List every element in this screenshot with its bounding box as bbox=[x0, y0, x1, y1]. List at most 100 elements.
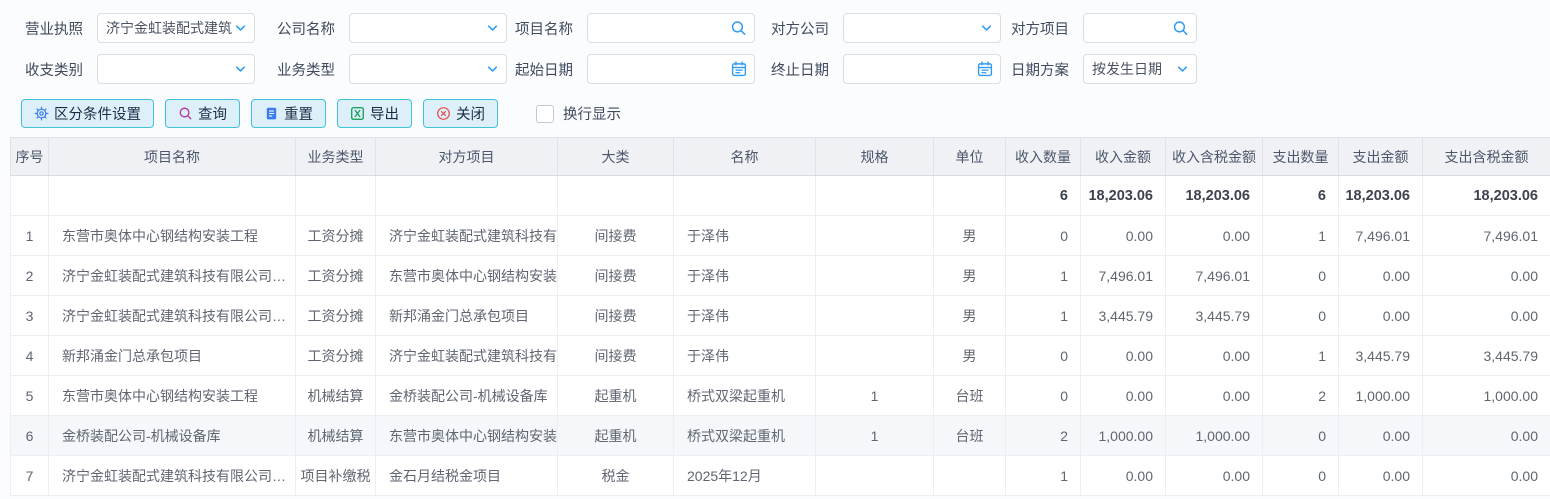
wrap-display-checkbox[interactable] bbox=[536, 105, 554, 123]
table-cell bbox=[816, 176, 934, 216]
table-cell bbox=[816, 296, 934, 336]
table-cell: 桥式双梁起重机 bbox=[674, 376, 816, 416]
start-date-input[interactable] bbox=[587, 54, 755, 84]
filter-label: 起始日期 bbox=[515, 59, 579, 80]
table-cell: 东营市奥体中心钢结构安装 bbox=[376, 416, 558, 456]
table-cell: 6 bbox=[1263, 176, 1339, 216]
table-cell: 2 bbox=[1006, 416, 1081, 456]
column-header[interactable]: 项目名称 bbox=[49, 138, 296, 176]
column-header[interactable]: 业务类型 bbox=[296, 138, 376, 176]
column-header[interactable]: 序号 bbox=[11, 138, 49, 176]
income-expense-category-select[interactable] bbox=[97, 54, 255, 84]
close-circle-icon bbox=[436, 106, 451, 121]
summary-row: 618,203.0618,203.06618,203.0618,203.06 bbox=[11, 176, 1550, 216]
project-name-input[interactable] bbox=[587, 13, 755, 43]
counterparty-company-select[interactable] bbox=[843, 13, 1001, 43]
table-cell: 2025年12月 bbox=[674, 456, 816, 496]
table-cell: 工资分摊 bbox=[296, 296, 376, 336]
chevron-down-icon bbox=[1176, 63, 1189, 76]
table-cell: 工资分摊 bbox=[296, 336, 376, 376]
filter-business-license: 营业执照 济宁金虹装配式建筑 bbox=[25, 13, 255, 43]
end-date-input[interactable] bbox=[843, 54, 1001, 84]
table-cell: 新邦涌金门总承包项目 bbox=[376, 296, 558, 336]
table-cell bbox=[49, 176, 296, 216]
table-row[interactable]: 5东营市奥体中心钢结构安装工程机械结算金桥装配公司-机械设备库起重机桥式双梁起重… bbox=[11, 376, 1550, 416]
filter-project-name: 项目名称 bbox=[515, 13, 755, 43]
close-button[interactable]: 关闭 bbox=[423, 99, 498, 128]
export-button[interactable]: 导出 bbox=[337, 99, 412, 128]
column-header[interactable]: 对方项目 bbox=[376, 138, 558, 176]
table-cell: 起重机 bbox=[558, 416, 674, 456]
date-scheme-select[interactable]: 按发生日期 bbox=[1083, 54, 1197, 84]
table-row[interactable]: 6金桥装配公司-机械设备库机械结算东营市奥体中心钢结构安装起重机桥式双梁起重机1… bbox=[11, 416, 1550, 456]
table-cell: 1,000.00 bbox=[1166, 416, 1263, 456]
table-cell: 工资分摊 bbox=[296, 256, 376, 296]
table-cell: 0.00 bbox=[1339, 296, 1423, 336]
table-cell: 东营市奥体中心钢结构安装 bbox=[376, 256, 558, 296]
filter-label: 收支类别 bbox=[25, 59, 89, 80]
query-button[interactable]: 查询 bbox=[165, 99, 240, 128]
select-value: 济宁金虹装配式建筑 bbox=[106, 18, 232, 38]
button-label: 重置 bbox=[284, 103, 313, 124]
chevron-down-icon bbox=[486, 22, 499, 35]
table-cell: 于泽伟 bbox=[674, 296, 816, 336]
column-header[interactable]: 规格 bbox=[816, 138, 934, 176]
table-cell: 工资分摊 bbox=[296, 216, 376, 256]
table-row[interactable]: 7济宁金虹装配式建筑科技有限公司…项目补缴税金石月结税金项目税金2025年12月… bbox=[11, 456, 1550, 496]
table-row[interactable]: 2济宁金虹装配式建筑科技有限公司…工资分摊东营市奥体中心钢结构安装间接费于泽伟男… bbox=[11, 256, 1550, 296]
column-header[interactable]: 支出含税金额 bbox=[1423, 138, 1550, 176]
table-cell: 于泽伟 bbox=[674, 216, 816, 256]
table-cell: 1 bbox=[1006, 256, 1081, 296]
column-header[interactable]: 收入含税金额 bbox=[1166, 138, 1263, 176]
column-header[interactable]: 大类 bbox=[558, 138, 674, 176]
filter-start-date: 起始日期 bbox=[515, 54, 755, 84]
table-cell: 6 bbox=[1006, 176, 1081, 216]
table-cell: 1 bbox=[11, 216, 49, 256]
table-cell: 台班 bbox=[934, 376, 1006, 416]
table-cell: 0 bbox=[1263, 296, 1339, 336]
table-cell: 7,496.01 bbox=[1166, 256, 1263, 296]
table-cell: 3,445.79 bbox=[1423, 336, 1550, 376]
table-row[interactable]: 1东营市奥体中心钢结构安装工程工资分摊济宁金虹装配式建筑科技有间接费于泽伟男00… bbox=[11, 216, 1550, 256]
filter-label: 营业执照 bbox=[25, 18, 89, 39]
column-header[interactable]: 收入金额 bbox=[1081, 138, 1166, 176]
table-cell: 税金 bbox=[558, 456, 674, 496]
table-cell bbox=[11, 176, 49, 216]
table-row[interactable]: 3济宁金虹装配式建筑科技有限公司…工资分摊新邦涌金门总承包项目间接费于泽伟男13… bbox=[11, 296, 1550, 336]
filter-label: 日期方案 bbox=[1011, 59, 1075, 80]
business-license-select[interactable]: 济宁金虹装配式建筑 bbox=[97, 13, 255, 43]
wrap-display-option: 换行显示 bbox=[536, 103, 621, 124]
table-cell: 济宁金虹装配式建筑科技有 bbox=[376, 216, 558, 256]
distinguish-condition-settings-button[interactable]: 区分条件设置 bbox=[21, 99, 154, 128]
table-body: 618,203.0618,203.06618,203.0618,203.061东… bbox=[11, 176, 1550, 496]
column-header[interactable]: 单位 bbox=[934, 138, 1006, 176]
column-header[interactable]: 收入数量 bbox=[1006, 138, 1081, 176]
filter-panel: 营业执照 济宁金虹装配式建筑 公司名称 项目名称 bbox=[0, 0, 1550, 96]
table-cell: 2 bbox=[1263, 376, 1339, 416]
filter-business-type: 业务类型 bbox=[277, 54, 507, 84]
table-cell: 0.00 bbox=[1423, 296, 1550, 336]
filter-label: 业务类型 bbox=[277, 59, 341, 80]
checkbox-label: 换行显示 bbox=[563, 103, 621, 124]
table-row[interactable]: 4新邦涌金门总承包项目工资分摊济宁金虹装配式建筑科技有间接费于泽伟男00.000… bbox=[11, 336, 1550, 376]
table-cell: 0.00 bbox=[1423, 456, 1550, 496]
table-cell: 3,445.79 bbox=[1166, 296, 1263, 336]
column-header[interactable]: 名称 bbox=[674, 138, 816, 176]
column-header[interactable]: 支出数量 bbox=[1263, 138, 1339, 176]
company-name-select[interactable] bbox=[349, 13, 507, 43]
business-type-select[interactable] bbox=[349, 54, 507, 84]
table-cell: 0 bbox=[1263, 416, 1339, 456]
table-cell bbox=[934, 176, 1006, 216]
table-cell: 0 bbox=[1263, 456, 1339, 496]
table-cell: 1 bbox=[1006, 296, 1081, 336]
reset-button[interactable]: 重置 bbox=[251, 99, 326, 128]
chevron-down-icon bbox=[234, 63, 247, 76]
table-cell: 0.00 bbox=[1081, 376, 1166, 416]
column-header[interactable]: 支出金额 bbox=[1339, 138, 1423, 176]
table-cell bbox=[816, 336, 934, 376]
table-cell: 机械结算 bbox=[296, 416, 376, 456]
button-label: 查询 bbox=[198, 103, 227, 124]
screen: 营业执照 济宁金虹装配式建筑 公司名称 项目名称 bbox=[0, 0, 1550, 499]
table-cell: 7 bbox=[11, 456, 49, 496]
counterparty-project-input[interactable] bbox=[1083, 13, 1197, 43]
